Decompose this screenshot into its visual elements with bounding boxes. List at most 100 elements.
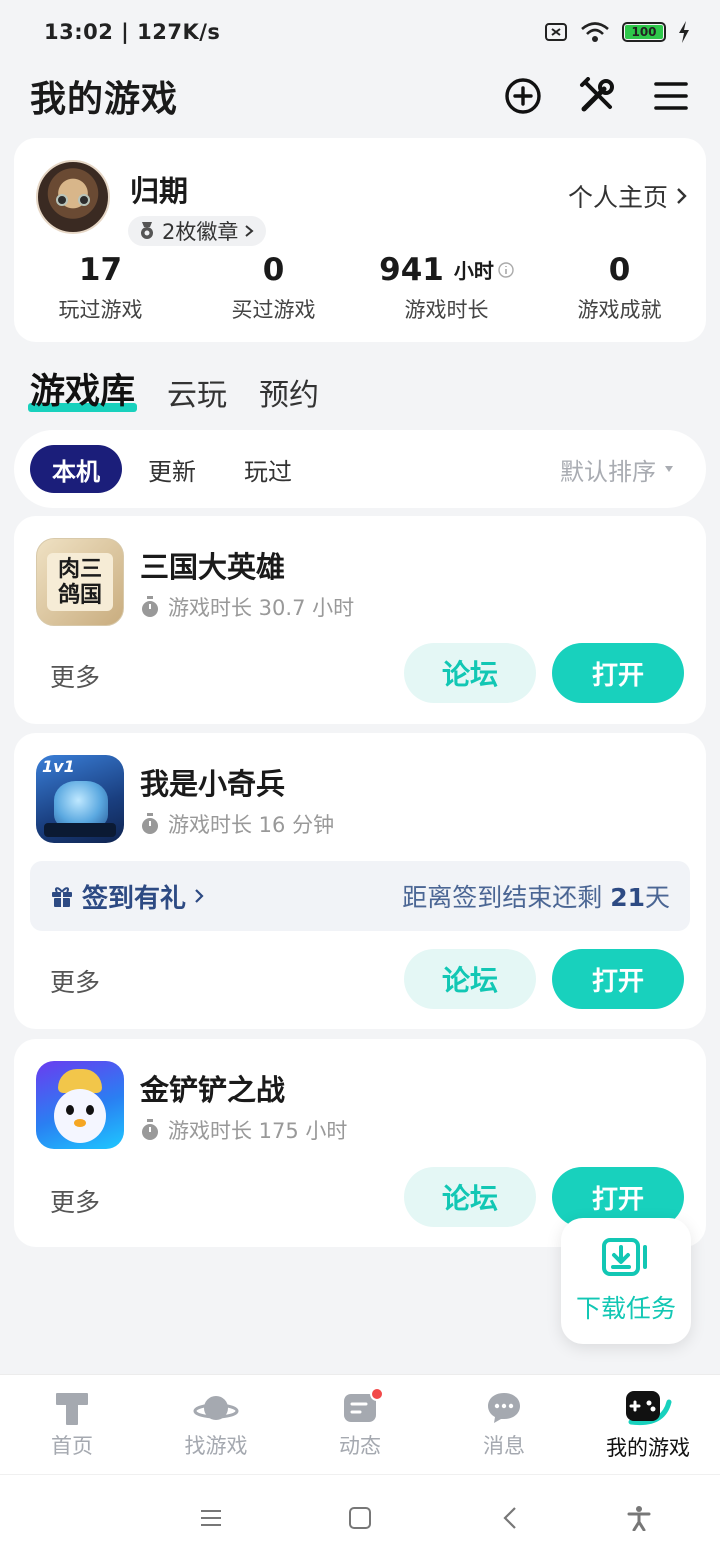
- recents-menu-icon[interactable]: [198, 1505, 224, 1531]
- medal-icon: [141, 222, 153, 239]
- filter-chip-played[interactable]: 玩过: [222, 445, 314, 493]
- nav-feed[interactable]: 动态: [288, 1375, 432, 1474]
- open-button[interactable]: 打开: [552, 643, 684, 703]
- planet-icon: [193, 1395, 239, 1420]
- game-icon[interactable]: 肉三 鸽国: [36, 538, 124, 626]
- chat-bubble-icon: [488, 1392, 520, 1423]
- home-square-icon[interactable]: [347, 1505, 373, 1531]
- page-title: 我的游戏: [30, 79, 179, 120]
- checkin-link[interactable]: 签到有礼: [50, 878, 204, 915]
- library-tabs: 游戏库 云玩 预约: [27, 360, 319, 414]
- stat-label: 游戏时长: [404, 298, 489, 322]
- gamepad-icon: [626, 1390, 672, 1425]
- stopwatch-icon: [142, 1119, 158, 1140]
- chevron-right-icon: [195, 889, 204, 903]
- nav-my-games[interactable]: 我的游戏: [576, 1375, 720, 1474]
- sort-label: 默认排序: [560, 457, 656, 486]
- avatar[interactable]: [36, 160, 110, 234]
- gift-icon: [52, 887, 72, 907]
- nav-home[interactable]: 首页: [0, 1375, 144, 1474]
- stat-value: 17: [78, 252, 123, 288]
- stat-value: 0: [608, 252, 631, 288]
- stat-label: 游戏成就: [577, 298, 662, 322]
- more-link[interactable]: 更多: [50, 658, 100, 694]
- game-icon-text: 1v1: [42, 757, 75, 776]
- checkin-countdown-suffix: 天: [644, 883, 670, 912]
- battery-level: 100: [625, 25, 663, 39]
- game-icon-text: 鸽国: [57, 582, 102, 608]
- nav-label: 动态: [339, 1433, 381, 1458]
- username[interactable]: 归期: [130, 168, 188, 210]
- forum-button[interactable]: 论坛: [404, 949, 536, 1009]
- system-nav-bar: [0, 1474, 720, 1560]
- stat-label: 买过游戏: [231, 298, 316, 322]
- sim-card-icon: [545, 23, 567, 41]
- forum-button[interactable]: 论坛: [404, 643, 536, 703]
- stopwatch-icon: [142, 596, 158, 617]
- status-bar: 13:02 | 127K/s 100: [0, 0, 720, 64]
- more-link[interactable]: 更多: [50, 1183, 100, 1219]
- game-icon[interactable]: [36, 1061, 124, 1149]
- tab-reservations[interactable]: 预约: [259, 370, 319, 414]
- game-playtime: 游戏时长 30.7 小时: [140, 592, 354, 622]
- stat-achievements[interactable]: 0 游戏成就: [533, 250, 706, 330]
- stat-played[interactable]: 17 玩过游戏: [14, 250, 187, 330]
- checkin-days: 21: [610, 883, 645, 912]
- game-icon[interactable]: 1v1: [36, 755, 124, 843]
- nav-label: 我的游戏: [606, 1435, 690, 1460]
- open-button[interactable]: 打开: [552, 949, 684, 1009]
- tab-game-library[interactable]: 游戏库: [27, 363, 138, 414]
- nav-label: 消息: [483, 1433, 525, 1458]
- info-icon[interactable]: [498, 261, 514, 278]
- game-name: 我是小奇兵: [140, 767, 286, 801]
- status-time: 13:02 | 127K/s: [44, 20, 221, 44]
- playtime-text: 游戏时长 175 小时: [168, 1119, 348, 1143]
- charging-icon: [679, 21, 689, 43]
- notification-dot: [370, 1387, 384, 1401]
- forum-button[interactable]: 论坛: [404, 1167, 536, 1227]
- stat-value-row: 941 小时: [360, 250, 533, 288]
- checkin-banner[interactable]: 签到有礼 距离签到结束还剩 21天: [30, 861, 690, 931]
- homepage-link[interactable]: 个人主页: [568, 178, 688, 214]
- badges-pill[interactable]: 2枚徽章: [128, 216, 267, 246]
- playtime-text: 游戏时长 16 分钟: [168, 813, 335, 837]
- stat-value: 941: [379, 252, 444, 288]
- homepage-label: 个人主页: [567, 183, 668, 212]
- tab-cloud-play[interactable]: 云玩: [167, 370, 227, 414]
- stopwatch-icon: [142, 813, 158, 834]
- nav-label: 首页: [51, 1433, 93, 1458]
- home-icon: [56, 1392, 88, 1425]
- accessibility-icon[interactable]: [626, 1505, 652, 1531]
- stat-unit: 小时: [453, 259, 494, 283]
- game-playtime: 游戏时长 16 分钟: [140, 809, 334, 839]
- more-link[interactable]: 更多: [50, 963, 100, 999]
- playtime-text: 游戏时长 30.7 小时: [168, 596, 355, 620]
- game-name: 金铲铲之战: [140, 1073, 286, 1107]
- checkin-countdown: 距离签到结束还剩 21天: [402, 878, 670, 914]
- checkin-label: 签到有礼: [82, 883, 187, 914]
- nav-discover[interactable]: 找游戏: [144, 1375, 288, 1474]
- download-icon: [602, 1238, 647, 1276]
- stat-playtime[interactable]: 941 小时 游戏时长: [360, 250, 533, 330]
- wifi-icon: [581, 22, 609, 42]
- menu-icon[interactable]: [652, 77, 690, 115]
- tools-icon[interactable]: [578, 77, 616, 115]
- game-card[interactable]: 金铲铲之战 游戏时长 175 小时 更多 论坛 打开: [14, 1039, 706, 1247]
- badges-label: 2枚徽章: [162, 220, 239, 244]
- game-name: 三国大英雄: [140, 550, 286, 584]
- filter-chip-local[interactable]: 本机: [30, 445, 122, 493]
- game-card[interactable]: 肉三 鸽国 三国大英雄 游戏时长 30.7 小时 更多 论坛 打开: [14, 516, 706, 724]
- nav-messages[interactable]: 消息: [432, 1375, 576, 1474]
- profile-stats: 17 玩过游戏 0 买过游戏 941 小时 游戏时长 0 游戏成就: [0, 250, 720, 330]
- stat-bought[interactable]: 0 买过游戏: [187, 250, 360, 330]
- download-task-label: 下载任务: [575, 1294, 676, 1323]
- add-icon[interactable]: [504, 77, 542, 115]
- chevron-right-icon: [245, 225, 254, 237]
- filter-chip-updates[interactable]: 更新: [126, 445, 218, 493]
- checkin-countdown-prefix: 距离签到结束还剩: [402, 883, 611, 912]
- game-card[interactable]: 1v1 我是小奇兵 游戏时长 16 分钟 签到有礼 距离签到结束还剩 21天 更…: [14, 733, 706, 1029]
- game-icon-text: 肉三: [57, 556, 102, 582]
- download-task-button[interactable]: 下载任务: [561, 1218, 691, 1344]
- back-icon[interactable]: [498, 1505, 524, 1531]
- sort-dropdown[interactable]: 默认排序: [560, 452, 674, 487]
